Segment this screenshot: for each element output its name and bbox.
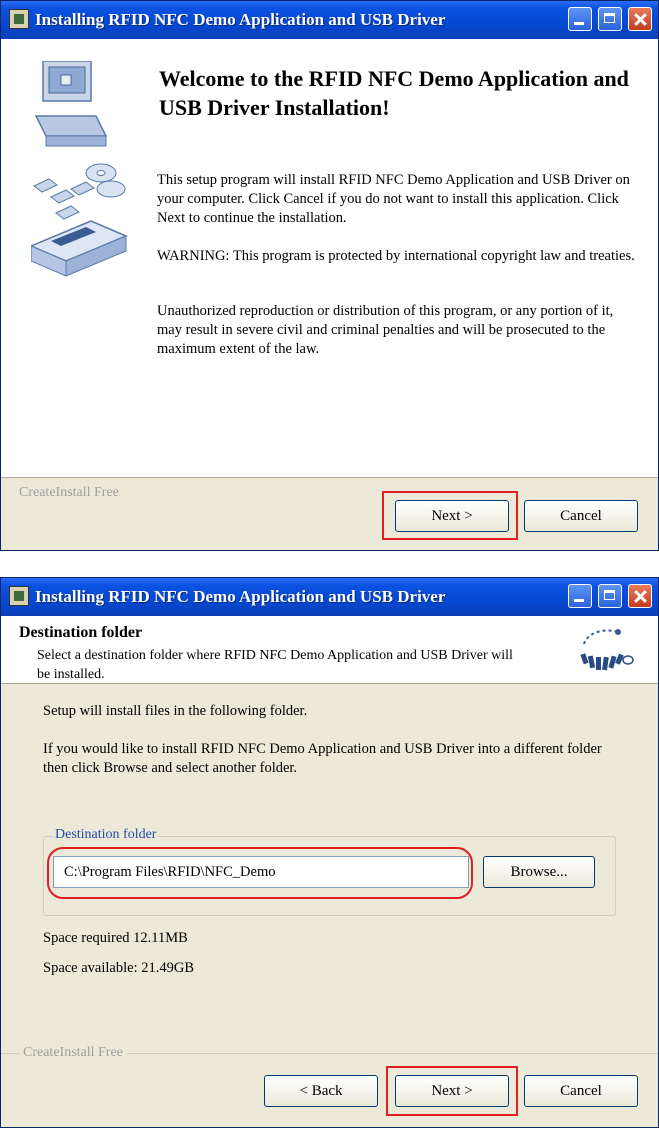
maximize-icon[interactable] bbox=[598, 7, 622, 31]
installer-app-icon bbox=[9, 586, 29, 606]
minimize-icon[interactable] bbox=[568, 584, 592, 608]
destination-window: Installing RFID NFC Demo Application and… bbox=[0, 577, 659, 1128]
intro-text: This setup program will install RFID NFC… bbox=[157, 172, 630, 226]
installer-app-icon bbox=[9, 9, 29, 29]
welcome-window: Installing RFID NFC Demo Application and… bbox=[0, 0, 659, 551]
space-available-text: Space available: 21.49GB bbox=[43, 960, 194, 976]
browse-instructions-text: If you would like to install RFID NFC De… bbox=[43, 741, 602, 776]
computer-discs-illustration bbox=[31, 61, 128, 277]
page-subtitle: Select a destination folder where RFID N… bbox=[37, 648, 513, 682]
title-bar[interactable]: Installing RFID NFC Demo Application and… bbox=[1, 1, 658, 39]
page-title: Destination folder bbox=[19, 624, 143, 641]
minimize-icon[interactable] bbox=[568, 7, 592, 31]
path-input-highlight bbox=[47, 847, 473, 899]
next-button-highlight bbox=[386, 1066, 518, 1116]
destination-folder-group-label: Destination folder bbox=[53, 827, 159, 843]
legal-text: Unauthorized reproduction or distributio… bbox=[157, 303, 614, 357]
browse-button[interactable]: Browse... bbox=[483, 856, 595, 888]
createinstall-logo-icon bbox=[580, 629, 634, 671]
close-icon[interactable] bbox=[628, 584, 652, 608]
space-required-text: Space required 12.11MB bbox=[43, 930, 188, 946]
back-button[interactable]: < Back bbox=[264, 1075, 378, 1107]
cancel-button[interactable]: Cancel bbox=[524, 500, 638, 532]
window-title: Installing RFID NFC Demo Application and… bbox=[35, 587, 446, 606]
next-button-highlight bbox=[382, 491, 518, 540]
cancel-button[interactable]: Cancel bbox=[524, 1075, 638, 1107]
page-header: Destination folder Select a destination … bbox=[1, 616, 658, 684]
window-title: Installing RFID NFC Demo Application and… bbox=[35, 10, 446, 29]
brand-label: CreateInstall Free bbox=[19, 1045, 127, 1061]
title-bar[interactable]: Installing RFID NFC Demo Application and… bbox=[1, 578, 658, 616]
warning-text: WARNING: This program is protected by in… bbox=[157, 248, 635, 264]
page-body: Setup will install files in the followin… bbox=[1, 684, 658, 1050]
close-icon[interactable] bbox=[628, 7, 652, 31]
welcome-heading: Welcome to the RFID NFC Demo Application… bbox=[159, 66, 629, 120]
folder-info-text: Setup will install files in the followin… bbox=[43, 703, 308, 719]
maximize-icon[interactable] bbox=[598, 584, 622, 608]
brand-label: CreateInstall Free bbox=[19, 485, 119, 500]
